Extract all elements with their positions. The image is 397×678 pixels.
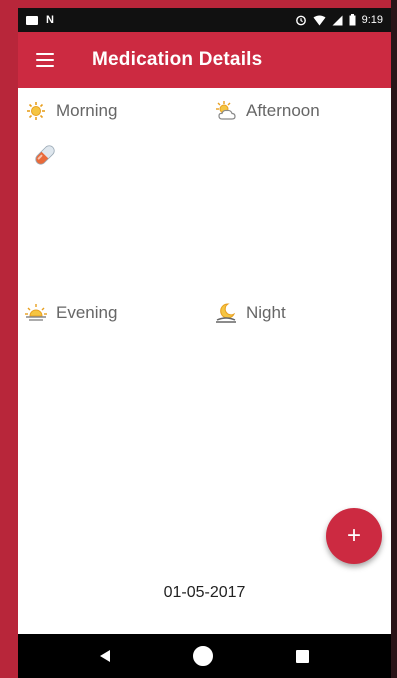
section-afternoon-label: Afternoon	[246, 101, 320, 120]
status-bar: N 9:19	[18, 8, 391, 32]
sun-icon	[27, 102, 45, 120]
device-frame-edge	[391, 0, 397, 678]
add-icon: +	[346, 522, 361, 549]
section-night-label: Night	[246, 303, 286, 322]
sunset-icon	[25, 304, 47, 321]
date-label: 01-05-2017	[163, 584, 246, 601]
battery-icon	[349, 14, 356, 26]
section-night: Night	[214, 302, 286, 324]
home-icon[interactable]	[192, 646, 213, 666]
status-right: 9:19	[295, 14, 383, 26]
wifi-icon	[313, 15, 326, 25]
recents-icon[interactable]	[296, 649, 310, 663]
section-evening: Evening	[24, 302, 117, 324]
alarm-icon	[295, 15, 306, 26]
n-icon: N	[46, 13, 54, 26]
section-morning: Morning	[24, 100, 117, 122]
sun-cloud-icon	[216, 101, 236, 120]
pill-capsule-icon[interactable]	[31, 141, 59, 169]
status-time: 9:19	[361, 13, 383, 26]
page-title: Medication Details	[92, 49, 263, 70]
app-bar: Medication Details	[18, 32, 391, 88]
back-icon[interactable]	[99, 650, 110, 662]
section-morning-label: Morning	[56, 101, 118, 120]
add-medication-button[interactable]: +	[326, 508, 382, 564]
navigation-bar	[18, 634, 391, 678]
hamburger-menu-icon[interactable]	[36, 53, 54, 67]
moon-icon	[216, 303, 236, 323]
status-left: N	[26, 13, 54, 26]
phone-screen: N 9:19 Medication Details Morning Aftern…	[18, 8, 391, 678]
section-evening-label: Evening	[56, 303, 118, 322]
image-icon	[26, 15, 38, 25]
section-afternoon: Afternoon	[214, 100, 320, 122]
signal-icon	[332, 15, 343, 25]
